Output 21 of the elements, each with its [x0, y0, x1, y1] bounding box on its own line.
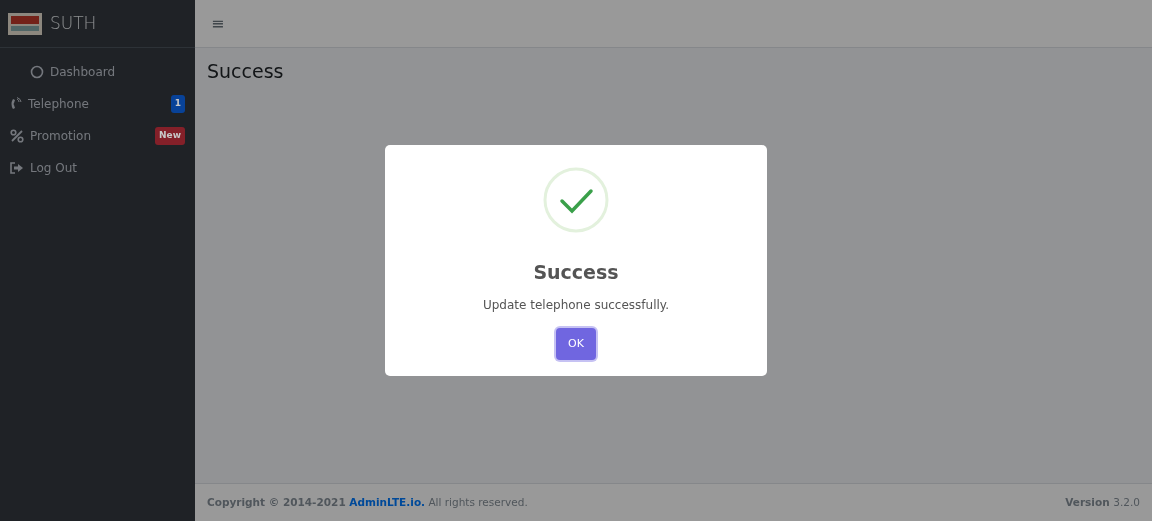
brand-name: SUTH	[50, 11, 97, 35]
count-badge: New	[155, 127, 185, 145]
circle-icon	[30, 65, 44, 79]
dialog-message: Update telephone successfully.	[482, 296, 670, 314]
dialog-title: Success	[533, 260, 619, 284]
percent-icon	[10, 129, 24, 143]
sidebar-item[interactable]: Dashboard	[0, 56, 195, 88]
copyright-text: Copyright © 2014-2021 AdminLTE.io. All rights reserved.	[207, 494, 528, 510]
success-check-icon	[543, 166, 609, 233]
sidebar-item[interactable]: Log Out	[0, 152, 195, 184]
phone-icon	[10, 97, 22, 111]
logo-icon	[8, 12, 42, 35]
adminlte-link[interactable]: AdminLTE.io.	[349, 495, 426, 508]
sidebar-item[interactable]: Telephone 1	[0, 88, 195, 120]
logout-icon	[10, 162, 24, 174]
count-badge: 1	[170, 95, 185, 113]
page-title: Success	[206, 59, 285, 84]
menu-button[interactable]: ≡	[207, 11, 229, 36]
version-text: Version 3.2.0	[1065, 494, 1140, 510]
ok-button[interactable]: OK	[556, 327, 596, 361]
sidebar-item[interactable]: Promotion New	[0, 120, 195, 152]
